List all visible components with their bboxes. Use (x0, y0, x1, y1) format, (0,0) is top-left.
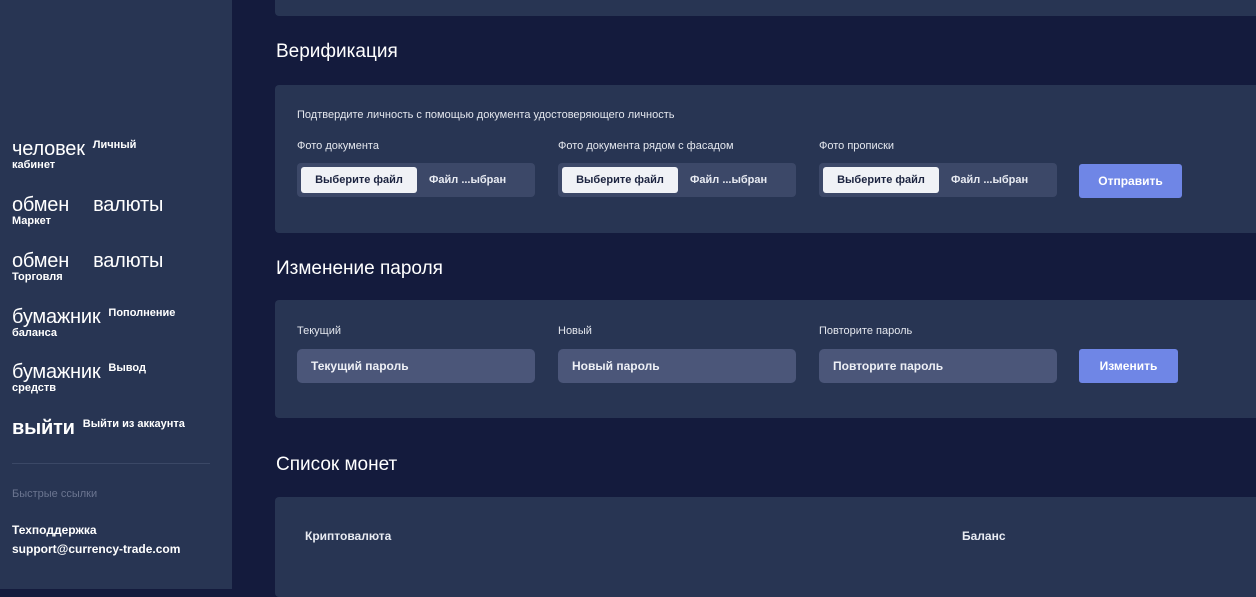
nav-logout[interactable]: выйти Выйти из аккаунта (12, 418, 217, 438)
choose-file-button[interactable]: Выберите файл (823, 167, 939, 193)
nav-icon-text: обмен (12, 250, 70, 272)
file-input-registration[interactable]: Выберите файл Файл ...ыбран (819, 163, 1057, 197)
password-card: Текущий Новый Повторите пароль Изменить (275, 300, 1256, 418)
nav-icon-text: обмен (12, 194, 70, 216)
nav-icon-text-2: валюты (93, 194, 164, 216)
change-password-button[interactable]: Изменить (1079, 349, 1178, 383)
nav-withdraw[interactable]: бумажник Вывод средств (12, 362, 217, 395)
nav-icon-text-2: валюты (93, 250, 164, 272)
password-title: Изменение пароля (276, 258, 443, 279)
nav-icon-text: человек (12, 138, 85, 160)
nav-trading[interactable]: обмен валюты Торговля (12, 251, 217, 284)
submit-verification-button[interactable]: Отправить (1079, 164, 1182, 198)
nav-icon-text: бумажник (12, 306, 101, 328)
new-password-input[interactable] (558, 349, 796, 383)
file-input-document[interactable]: Выберите файл Файл ...ыбран (297, 163, 535, 197)
repeat-password-input[interactable] (819, 349, 1057, 383)
field-label: Фото документа рядом с фасадом (558, 140, 734, 152)
coins-title: Список монет (276, 454, 398, 475)
file-status: Файл ...ыбран (429, 174, 507, 186)
nav-label-sub: Торговля (12, 271, 63, 283)
quick-links-title: Быстрые ссылки (12, 488, 98, 500)
nav-label: Вывод (108, 362, 146, 374)
sidebar: человек Личный кабинет обмен валюты Марк… (0, 0, 232, 589)
field-label: Фото прописки (819, 140, 895, 152)
nav-personal-cabinet[interactable]: человек Личный кабинет (12, 139, 217, 172)
current-password-input[interactable] (297, 349, 535, 383)
nav-label: Личный (92, 139, 137, 151)
nav-label-sub: Маркет (12, 215, 51, 227)
column-header-crypto: Криптовалюта (305, 529, 392, 543)
nav-label-sub: баланса (12, 327, 58, 339)
column-header-balance: Баланс (962, 529, 1006, 543)
choose-file-button[interactable]: Выберите файл (562, 167, 678, 193)
field-label: Новый (558, 325, 592, 337)
file-status: Файл ...ыбран (690, 174, 768, 186)
verification-card: Подтвердите личность с помощью документа… (275, 85, 1256, 233)
choose-file-button[interactable]: Выберите файл (301, 167, 417, 193)
nav-label: Выйти из аккаунта (82, 418, 185, 430)
file-input-selfie[interactable]: Выберите файл Файл ...ыбран (558, 163, 796, 197)
field-label: Повторите пароль (819, 325, 913, 337)
nav-icon-text: бумажник (12, 361, 101, 383)
coins-card: Криптовалюта Баланс (275, 497, 1256, 597)
previous-card (275, 0, 1256, 16)
sidebar-divider (12, 463, 210, 464)
field-label: Текущий (297, 325, 341, 337)
verification-title: Верификация (276, 41, 398, 62)
support-label: Техподдержка (12, 523, 97, 537)
support-email-link[interactable]: support@currency-trade.com (12, 542, 180, 556)
nav-market[interactable]: обмен валюты Маркет (12, 195, 217, 228)
nav-deposit[interactable]: бумажник Пополнение баланса (12, 307, 217, 340)
file-status: Файл ...ыбран (951, 174, 1029, 186)
nav-label: Пополнение (108, 307, 176, 319)
nav-icon-text: выйти (12, 417, 75, 439)
nav-label-sub: средств (12, 382, 57, 394)
nav-label-sub: кабинет (12, 159, 56, 171)
verification-description: Подтвердите личность с помощью документа… (297, 109, 675, 121)
field-label: Фото документа (297, 140, 379, 152)
